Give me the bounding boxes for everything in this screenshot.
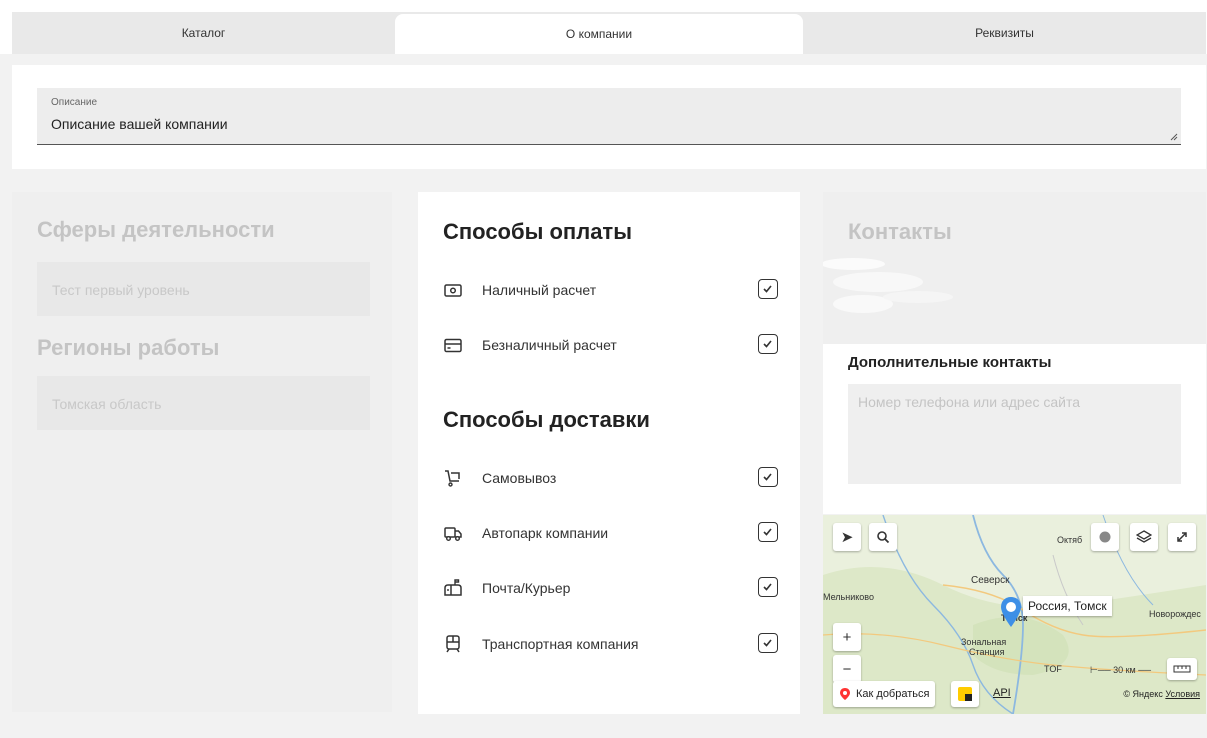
truck-icon	[444, 527, 462, 541]
description-value: Описание вашей компании	[51, 116, 228, 132]
map-search-icon[interactable]	[869, 523, 897, 551]
checkbox[interactable]	[758, 633, 778, 653]
route-pin-icon	[840, 688, 850, 700]
checkbox[interactable]	[758, 467, 778, 487]
delivery-option-label: Почта/Курьер	[482, 580, 571, 596]
payment-delivery-panel: Способы оплаты Наличный расчет Безналичн…	[418, 192, 800, 714]
additional-contacts-placeholder: Номер телефона или адрес сайта	[858, 394, 1080, 410]
delivery-option-post[interactable]: Почта/Курьер	[443, 576, 778, 600]
payment-option-label: Наличный расчет	[482, 282, 597, 298]
traffic-icon[interactable]	[1091, 523, 1119, 551]
zoom-in-icon[interactable]: +	[833, 623, 861, 651]
yandex-maps-icon[interactable]	[951, 681, 979, 707]
map-pin-label: Россия, Томск	[1023, 596, 1112, 616]
cash-icon	[444, 284, 462, 297]
tab-requisites[interactable]: Реквизиты	[803, 12, 1206, 54]
delivery-option-pickup[interactable]: Самовывоз	[443, 466, 778, 490]
map-place-zonalnaya: Зональная	[961, 637, 1007, 647]
contacts-block: Контакты	[823, 192, 1206, 344]
checkmark-icon	[763, 285, 772, 293]
map-place-seversk: Северск	[971, 575, 1010, 586]
activity-regions-panel: Сферы деятельности Тест первый уровень Р…	[12, 192, 392, 712]
regions-title: Регионы работы	[37, 335, 220, 360]
map-copyright: © Яндекс Условия	[1123, 689, 1200, 699]
payment-option-label: Безналичный расчет	[482, 337, 617, 353]
checkmark-icon	[763, 583, 772, 591]
description-label: Описание	[51, 97, 98, 108]
map-scale: ⊢── 30 км ──	[1090, 665, 1151, 675]
additional-contacts: Дополнительные контакты Номер телефона и…	[823, 344, 1206, 514]
tab-catalog[interactable]: Каталог	[12, 12, 395, 54]
payment-option-cashless[interactable]: Безналичный расчет	[443, 333, 778, 357]
copyright-text: © Яндекс	[1123, 689, 1163, 699]
resize-handle-icon[interactable]	[1170, 133, 1178, 141]
map-place-stantsiya: Станция	[969, 647, 1005, 657]
activity-value: Тест первый уровень	[52, 282, 190, 298]
delivery-option-label: Самовывоз	[482, 470, 557, 486]
contacts-title: Контакты	[848, 219, 952, 244]
delivery-option-fleet[interactable]: Автопарк компании	[443, 521, 778, 545]
layers-icon[interactable]	[1130, 523, 1158, 551]
map-place-melnikovo: Мельниково	[823, 592, 874, 602]
delivery-title: Способы доставки	[443, 407, 650, 432]
map-place-tof: TOF	[1044, 664, 1062, 674]
checkmark-icon	[763, 340, 772, 348]
tab-bar: Каталог О компании Реквизиты	[12, 12, 1206, 54]
mailbox-icon	[444, 579, 462, 596]
checkbox[interactable]	[758, 334, 778, 354]
map-place-oktyab: Октяб	[1057, 535, 1083, 545]
delivery-option-label: Автопарк компании	[482, 525, 609, 541]
ruler-icon[interactable]	[1167, 658, 1197, 680]
payment-title: Способы оплаты	[443, 219, 632, 244]
tab-about-company[interactable]: О компании	[395, 14, 803, 54]
route-button-label: Как добраться	[856, 688, 930, 700]
checkmark-icon	[763, 528, 772, 536]
description-card: Описание Описание вашей компании	[12, 65, 1206, 169]
checkmark-icon	[763, 639, 772, 647]
zoom-out-icon[interactable]: −	[833, 655, 861, 683]
yandex-map[interactable]: ➤ Октяб Северск Мельниково Томск Новорож…	[823, 515, 1206, 714]
regions-field[interactable]: Томская область	[37, 376, 370, 430]
api-link[interactable]: API	[993, 687, 1011, 699]
checkmark-icon	[763, 473, 772, 481]
geolocation-icon[interactable]: ➤	[833, 523, 861, 551]
contacts-panel: Контакты Дополнительные контакты Номер т…	[823, 192, 1206, 714]
terms-link[interactable]: Условия	[1165, 689, 1200, 699]
payment-option-cash[interactable]: Наличный расчет	[443, 278, 778, 302]
checkbox[interactable]	[758, 577, 778, 597]
description-section: Описание Описание вашей компании	[0, 54, 1207, 180]
map-pin-icon[interactable]	[999, 595, 1023, 629]
description-textarea[interactable]: Описание Описание вашей компании	[37, 88, 1181, 145]
map-place-novorozhdes: Новорождес	[1149, 609, 1201, 619]
additional-contacts-title: Дополнительные контакты	[848, 354, 1052, 371]
regions-value: Томская область	[52, 396, 162, 412]
fullscreen-icon[interactable]	[1168, 523, 1196, 551]
activity-title: Сферы деятельности	[37, 217, 275, 242]
activity-field[interactable]: Тест первый уровень	[37, 262, 370, 316]
checkbox[interactable]	[758, 522, 778, 542]
map-scale-label: 30 км	[1113, 665, 1136, 675]
card-icon	[444, 338, 462, 353]
delivery-option-transport[interactable]: Транспортная компания	[443, 632, 778, 656]
delivery-option-label: Транспортная компания	[482, 636, 639, 652]
lower-section: Сферы деятельности Тест первый уровень Р…	[0, 180, 1207, 738]
route-button[interactable]: Как добраться	[833, 681, 936, 707]
cart-icon	[445, 470, 460, 487]
additional-contacts-input[interactable]: Номер телефона или адрес сайта	[848, 384, 1181, 484]
checkbox[interactable]	[758, 279, 778, 299]
train-icon	[446, 635, 460, 653]
redacted-contacts	[823, 258, 953, 313]
